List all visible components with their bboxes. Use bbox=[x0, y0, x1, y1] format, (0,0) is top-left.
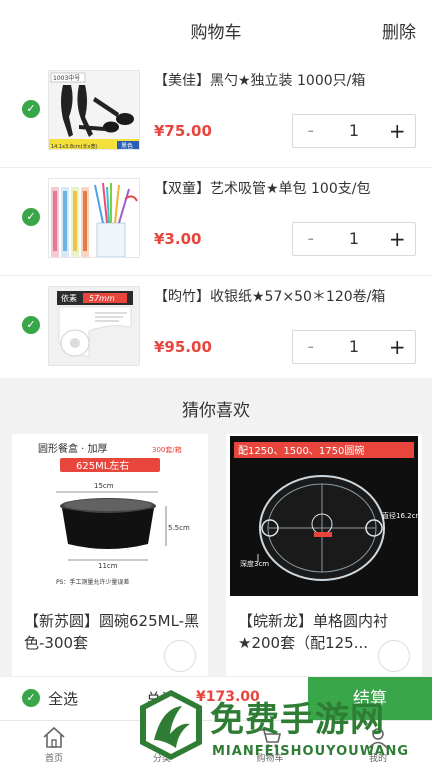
item-checkbox[interactable]: ✓ bbox=[22, 100, 40, 118]
watermark: 免费手游网 MIANFEISHOUYOUWANG bbox=[130, 682, 430, 768]
decrease-button[interactable]: - bbox=[293, 223, 328, 255]
recommend-card[interactable]: 配1250、1500、1750圆碗 直径16.2cm 深度3cm 【皖新龙】单格… bbox=[226, 434, 422, 678]
page-header: 购物车 删除 bbox=[0, 0, 432, 60]
image-width-bottom: 11cm bbox=[98, 562, 118, 570]
image-header-text: 圆形餐盒 · 加厚 bbox=[38, 442, 108, 455]
delete-button[interactable]: 删除 bbox=[382, 18, 416, 43]
quantity-stepper: - 1 + bbox=[292, 330, 416, 364]
add-cart-icon[interactable] bbox=[378, 640, 410, 672]
product-name[interactable]: 【双童】艺术吸管★单包 100支/包 bbox=[154, 178, 418, 198]
image-tag-text: 1003中号 bbox=[53, 74, 80, 82]
decrease-button[interactable]: - bbox=[293, 115, 328, 147]
increase-button[interactable]: + bbox=[380, 115, 415, 147]
product-image[interactable]: 1003中号 14.1x3.8cm(长x宽) 黑色 bbox=[48, 70, 140, 150]
image-diameter-text: 直径16.2cm bbox=[382, 511, 418, 520]
add-cart-icon[interactable] bbox=[164, 640, 196, 672]
item-checkbox[interactable]: ✓ bbox=[22, 316, 40, 334]
tab-label: 首页 bbox=[44, 754, 63, 764]
recommend-card[interactable]: 圆形餐盒 · 加厚 300套/箱 625ML左右 15cm 5.5cm 11cm… bbox=[12, 434, 208, 678]
product-image[interactable]: 依素 57mm bbox=[48, 286, 140, 366]
image-color-text: 黑色 bbox=[121, 142, 133, 150]
quantity-value[interactable]: 1 bbox=[328, 115, 379, 147]
product-price: ¥3.00 bbox=[154, 230, 202, 248]
recommend-title: 猜你喜欢 bbox=[182, 401, 250, 421]
image-width-top: 15cm bbox=[94, 482, 114, 490]
increase-button[interactable]: + bbox=[380, 331, 415, 363]
product-name[interactable]: 【昀竹】收银纸★57×50＊120卷/箱 bbox=[154, 286, 418, 306]
product-price: ¥75.00 bbox=[154, 122, 212, 140]
image-header-count: 300套/箱 bbox=[152, 445, 182, 454]
image-volume-text: 625ML左右 bbox=[76, 459, 129, 472]
cart-item: ✓ 依素 57mm 【昀竹】收银纸★57×50＊120卷/箱 ¥95.00 - … bbox=[0, 276, 432, 384]
page-title: 购物车 bbox=[190, 23, 242, 43]
image-brand-text: 依素 bbox=[61, 293, 77, 303]
home-icon bbox=[43, 726, 65, 748]
decrease-button[interactable]: - bbox=[293, 331, 328, 363]
watermark-logo-icon bbox=[140, 690, 202, 760]
increase-button[interactable]: + bbox=[380, 223, 415, 255]
product-name[interactable]: 【美佳】黑勺★独立装 1000只/箱 bbox=[154, 70, 418, 90]
cart-list: ✓ 1003中号 14.1x3.8cm(长x宽) 黑色 【美佳】黑勺★独立装 1… bbox=[0, 60, 432, 384]
product-image[interactable] bbox=[48, 178, 140, 258]
recommend-image[interactable]: 圆形餐盒 · 加厚 300套/箱 625ML左右 15cm 5.5cm 11cm… bbox=[16, 436, 204, 596]
image-header-text: 配1250、1500、1750圆碗 bbox=[238, 444, 364, 457]
item-checkbox[interactable]: ✓ bbox=[22, 208, 40, 226]
image-height-text: 5.5cm bbox=[168, 524, 190, 532]
cart-item: ✓ 【双童】艺术吸管★单包 100支/包 ¥3.00 - 1 + bbox=[0, 168, 432, 276]
product-price: ¥95.00 bbox=[154, 338, 212, 356]
cart-item: ✓ 1003中号 14.1x3.8cm(长x宽) 黑色 【美佳】黑勺★独立装 1… bbox=[0, 60, 432, 168]
watermark-title: 免费手游网 bbox=[210, 700, 385, 740]
image-size-text: 57mm bbox=[89, 294, 115, 303]
recommend-section: 猜你喜欢 圆形餐盒 · 加厚 300套/箱 625ML左右 15cm 5.5cm… bbox=[0, 378, 432, 678]
image-depth-text: 深度3cm bbox=[240, 559, 269, 568]
recommend-image[interactable]: 配1250、1500、1750圆碗 直径16.2cm 深度3cm bbox=[230, 436, 418, 596]
quantity-stepper: - 1 + bbox=[292, 222, 416, 256]
select-all-label[interactable]: 全选 bbox=[48, 688, 78, 709]
image-note-text: PS：手工测量允许少量误差 bbox=[56, 578, 129, 586]
watermark-subtitle: MIANFEISHOUYOUWANG bbox=[212, 744, 410, 759]
quantity-stepper: - 1 + bbox=[292, 114, 416, 148]
select-all-checkbox[interactable]: ✓ bbox=[22, 689, 40, 707]
quantity-value[interactable]: 1 bbox=[328, 331, 379, 363]
image-size-text: 14.1x3.8cm(长x宽) bbox=[51, 143, 98, 150]
quantity-value[interactable]: 1 bbox=[328, 223, 379, 255]
tab-home[interactable]: 首页 bbox=[0, 721, 108, 768]
